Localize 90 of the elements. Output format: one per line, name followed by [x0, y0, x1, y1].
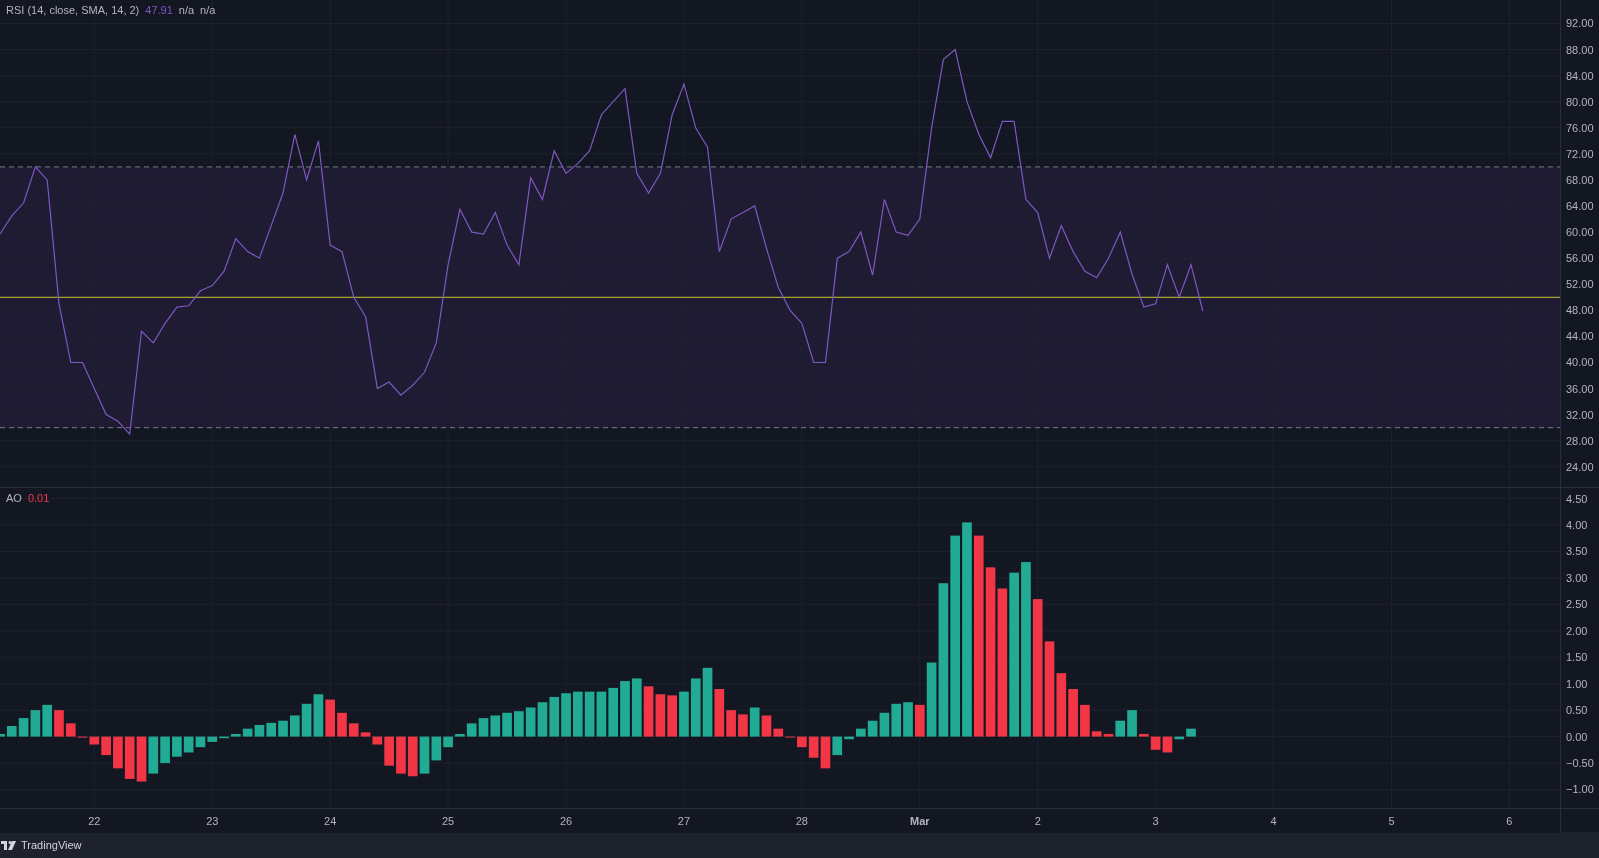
histogram-bar: [113, 736, 123, 769]
histogram-bar: [396, 736, 406, 774]
indicator-value: n/a: [178, 3, 195, 17]
histogram-bar: [160, 736, 170, 764]
indicator-legend: RSI (14, close, SMA, 14, 2): [6, 3, 140, 17]
axis-label: 3.50: [1566, 544, 1588, 559]
histogram-bar: [667, 695, 677, 737]
histogram-bar: [490, 715, 501, 737]
histogram-bar: [172, 736, 182, 757]
axis-label: Mar: [910, 814, 930, 828]
histogram-bar: [42, 704, 52, 737]
axis-label: 84.00: [1566, 68, 1594, 83]
axis-label: 23: [206, 814, 219, 828]
axis-label: −1.00: [1566, 782, 1594, 797]
axis-label: 24.00: [1566, 459, 1594, 474]
axis-label: 1.00: [1566, 676, 1588, 691]
axis-label: 27: [677, 814, 691, 828]
axis-label: 88.00: [1566, 42, 1594, 57]
axis-label: −0.50: [1566, 756, 1594, 771]
axis-label: 76.00: [1566, 120, 1594, 135]
histogram-bar: [266, 722, 277, 737]
axis-label: 2: [1034, 814, 1041, 828]
histogram-bar: [584, 691, 595, 737]
axis-label: 72.00: [1566, 146, 1594, 161]
histogram-bar: [313, 694, 324, 737]
histogram-bar: [655, 694, 666, 737]
axis-label: 64.00: [1566, 199, 1594, 213]
histogram-bar: [502, 712, 512, 737]
axis-label: 92.00: [1566, 16, 1594, 31]
axis-label: 32.00: [1566, 407, 1594, 422]
indicator-value: n/a: [200, 3, 216, 17]
axis-label: 0.50: [1566, 703, 1588, 718]
axis-label: 40.00: [1566, 355, 1594, 370]
axis-label: 5: [1388, 814, 1395, 828]
axis-label: 80.00: [1566, 94, 1594, 109]
histogram-bar: [903, 702, 913, 737]
histogram-bar: [537, 702, 548, 737]
axis-label: 3.00: [1566, 570, 1588, 585]
axis-label: 68.00: [1566, 172, 1594, 187]
histogram-bar: [124, 736, 135, 779]
brand-name: TradingView: [21, 837, 82, 853]
histogram-bar: [183, 736, 194, 753]
histogram-bar: [549, 696, 560, 737]
indicator-value: 47.91: [145, 3, 173, 17]
logo-icon: [1, 840, 17, 850]
axis-label: 36.00: [1566, 381, 1594, 396]
axis-label: 3: [1152, 814, 1159, 828]
histogram-bar: [278, 720, 288, 737]
histogram-bar: [631, 678, 642, 737]
histogram-bar: [643, 686, 654, 737]
axis-label: 28: [795, 814, 808, 828]
axis-label: 24: [324, 814, 337, 828]
axis-label: 28.00: [1566, 433, 1594, 448]
histogram-bar: [690, 678, 701, 737]
axis-label: 44.00: [1566, 329, 1594, 344]
axis-label: 6: [1506, 814, 1513, 828]
axis-label: 56.00: [1566, 251, 1594, 266]
indicator-value: 0.01: [27, 491, 50, 505]
histogram-bar: [620, 681, 630, 737]
axis-label: 4.00: [1566, 518, 1588, 532]
axis-label: 26: [559, 814, 573, 828]
histogram-bar: [749, 707, 760, 737]
axis-label: 0.00: [1566, 729, 1588, 744]
histogram-bar: [148, 736, 159, 774]
histogram-bar: [407, 736, 418, 777]
histogram-bar: [561, 693, 571, 737]
histogram-bar: [478, 718, 489, 737]
histogram-bar: [608, 687, 619, 737]
axis-label: 2.00: [1566, 623, 1588, 638]
histogram-bar: [514, 711, 524, 737]
axis-label: 60.00: [1566, 225, 1594, 240]
axis-label: 52.00: [1566, 277, 1594, 292]
histogram-bar: [525, 707, 536, 737]
histogram-bar: [30, 710, 41, 737]
axis-label: 22: [88, 814, 101, 828]
axis-label: 48.00: [1566, 303, 1594, 318]
axis-label: 4: [1270, 814, 1277, 828]
histogram-bar: [325, 699, 335, 737]
histogram-bar: [1068, 689, 1078, 737]
histogram-bar: [136, 736, 147, 782]
axis-label: 25: [441, 814, 455, 828]
histogram-bar: [573, 691, 583, 737]
histogram-bar: [679, 691, 689, 737]
axis-label: 2.50: [1566, 597, 1588, 612]
histogram-bar: [738, 714, 748, 737]
histogram-bar: [891, 703, 902, 737]
histogram-bar: [596, 691, 607, 737]
indicator-legend: AO: [6, 491, 22, 505]
axis-label: 4.50: [1566, 491, 1588, 506]
axis-label: 1.50: [1566, 650, 1588, 665]
